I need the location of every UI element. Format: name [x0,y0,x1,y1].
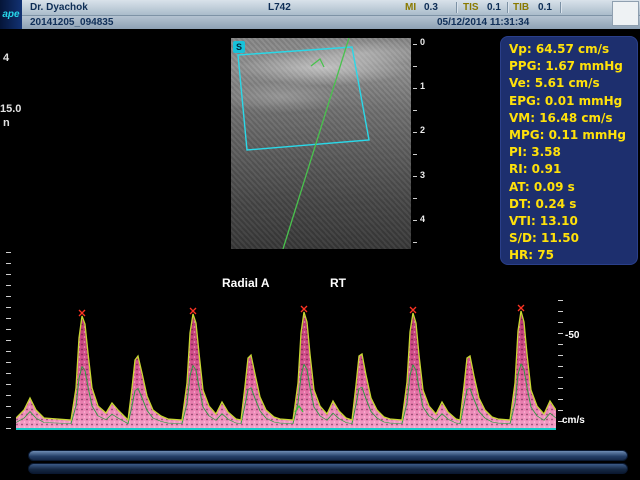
left-param-2: 15.0 [0,103,21,115]
velocity-unit-label: cm/s [562,415,585,426]
annotation-label: Radial A [222,276,270,290]
peak-caliper-markers[interactable] [79,305,524,316]
vendor-logo: ape [0,0,22,29]
spectral-waveform [16,298,556,430]
measurement-row: AT: 0.09 s [509,179,637,196]
annotation-side: RT [330,276,346,290]
velocity-scale-label: -50 [565,330,579,341]
measurement-row: PPG: 1.67 mmHg [509,58,637,75]
tis-value: 0.1 [487,2,501,13]
measurement-row: RI: 0.91 [509,161,637,178]
doctor-name: Dr. Dyachok [30,2,88,13]
mi-value: 0.3 [424,2,438,13]
datetime: 05/12/2014 11:31:34 [437,17,529,28]
measurement-row: PI: 3.58 [509,144,637,161]
measurement-row: EPG: 0.01 mmHg [509,93,637,110]
header-bar: Dr. Dyachok L742 MI 0.3 TIS 0.1 TIB 0.1 [0,0,640,15]
thumbnail-box[interactable] [612,1,639,26]
left-param-1: 4 [3,52,9,64]
measurement-row: Ve: 5.61 cm/s [509,75,637,92]
mi-label: MI [405,2,416,13]
depth-tick-2: 2 [420,125,425,135]
depth-tick-3: 3 [420,170,425,180]
depth-tick-0: 0 [420,37,425,47]
spectral-baseline[interactable] [16,428,556,430]
depth-tick-1: 1 [420,81,425,91]
measurement-row: MPG: 0.11 mmHg [509,127,637,144]
probe-label: L742 [268,2,291,13]
measurement-row: HR: 75 [509,247,637,264]
measurement-row: Vp: 64.57 cm/s [509,41,637,58]
bmode-overlay [231,38,411,249]
exam-id: 20141205_094835 [30,17,113,28]
tib-label: TIB [513,2,529,13]
tis-label: TIS [463,2,479,13]
measurement-row: VTI: 13.10 [509,213,637,230]
orientation-marker: S [233,41,245,53]
measurement-panel: Vp: 64.57 cm/s PPG: 1.67 mmHg Ve: 5.61 c… [500,36,638,265]
depth-ruler-ticks [413,44,417,244]
velocity-ruler [558,300,563,432]
color-box-outline[interactable] [238,47,369,150]
measurement-row: VM: 16.48 cm/s [509,110,637,127]
ultrasound-screen: Dr. Dyachok L742 MI 0.3 TIS 0.1 TIB 0.1 … [0,0,640,480]
measurement-row: DT: 0.24 s [509,196,637,213]
bmode-image [231,38,411,249]
softkey-bar-lower[interactable] [28,463,628,474]
spectrum-texture [16,311,556,428]
header-divider [560,2,561,13]
left-ruler [6,252,11,434]
depth-tick-4: 4 [420,214,425,224]
gate-marker[interactable] [311,59,324,67]
subheader-bar: 20141205_094835 05/12/2014 11:31:34 [0,15,640,29]
tib-value: 0.1 [538,2,552,13]
header-divider [456,2,457,13]
header-divider [507,2,508,13]
softkey-bar-upper[interactable] [28,450,628,461]
steer-line[interactable] [283,38,349,249]
left-param-3: n [3,117,10,129]
measurement-row: S/D: 11.50 [509,230,637,247]
